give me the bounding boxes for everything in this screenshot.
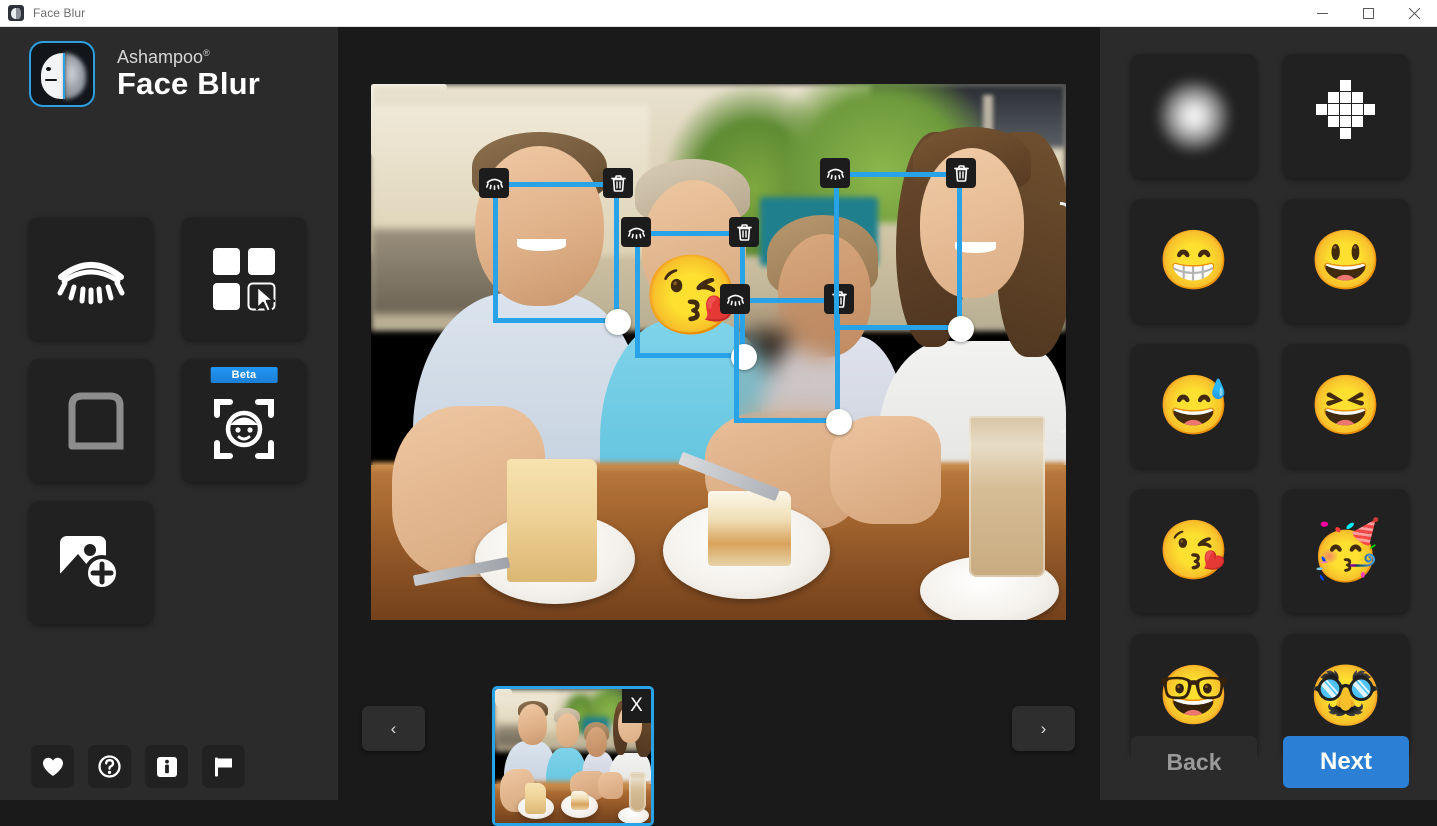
ashampoo-face-blur-logo-icon bbox=[29, 41, 95, 107]
effects-grid: 😁 😃 😅 😆 😘 🥳 🤓 🥸 bbox=[1131, 54, 1409, 758]
registered-mark: ® bbox=[203, 47, 210, 58]
info-button[interactable] bbox=[145, 745, 188, 788]
closed-eye-icon bbox=[627, 227, 645, 239]
face-delete-button[interactable] bbox=[729, 217, 759, 247]
window-titlebar: Face Blur bbox=[0, 0, 1437, 27]
pixelate-icon bbox=[1310, 80, 1382, 152]
closed-eye-icon bbox=[485, 178, 503, 190]
add-image-icon bbox=[60, 535, 120, 591]
filmstrip-next-button[interactable]: › bbox=[1012, 706, 1075, 751]
effect-blur[interactable] bbox=[1131, 54, 1257, 178]
brand-company: Ashampoo bbox=[117, 46, 204, 67]
face-resize-handle[interactable] bbox=[826, 409, 852, 435]
dashed-rectangle-icon bbox=[68, 392, 124, 449]
effect-squint-laugh[interactable]: 😆 bbox=[1283, 344, 1409, 468]
closed-eye-icon bbox=[826, 168, 844, 180]
emoji-glyph: 😘 bbox=[1157, 518, 1231, 583]
face-delete-button[interactable] bbox=[946, 158, 976, 188]
trash-icon bbox=[610, 174, 626, 192]
emoji-glyph: 😁 bbox=[1157, 228, 1231, 293]
thumbnail-remove-button[interactable]: X bbox=[622, 689, 651, 723]
brand-header: Ashampoo® Face Blur bbox=[29, 41, 260, 107]
bottom-icon-row bbox=[31, 745, 245, 788]
next-button[interactable]: Next bbox=[1283, 736, 1409, 788]
chevron-left-icon: ‹ bbox=[390, 718, 397, 738]
filmstrip-thumbnail[interactable]: X bbox=[492, 686, 654, 826]
main-image-canvas[interactable]: 😘 bbox=[371, 84, 1066, 620]
flag-icon bbox=[214, 757, 232, 776]
beta-badge: Beta bbox=[210, 367, 278, 383]
tool-grid: Beta bbox=[29, 217, 309, 643]
emoji-glyph: 😃 bbox=[1309, 228, 1383, 293]
wizard-footer: Back Next bbox=[1131, 736, 1409, 788]
report-button[interactable] bbox=[202, 745, 245, 788]
brand-product: Face Blur bbox=[117, 65, 261, 101]
emoji-glyph: 🤓 bbox=[1157, 663, 1231, 728]
right-sidebar: 😁 😃 😅 😆 😘 🥳 🤓 🥸 Back Next bbox=[1100, 27, 1437, 800]
grid-select-cursor-icon bbox=[213, 247, 276, 312]
filmstrip-prev-button[interactable]: ‹ bbox=[362, 706, 425, 751]
face-delete-button[interactable] bbox=[603, 168, 633, 198]
app-icon bbox=[8, 5, 24, 21]
effect-sweat-smile[interactable]: 😅 bbox=[1131, 344, 1257, 468]
left-sidebar: Ashampoo® Face Blur Beta bbox=[0, 27, 338, 800]
emoji-glyph: 🥳 bbox=[1309, 518, 1383, 583]
back-button[interactable]: Back bbox=[1131, 736, 1257, 788]
heart-icon bbox=[42, 757, 63, 776]
question-mark-icon bbox=[98, 755, 121, 778]
face-toggle-effect-button[interactable] bbox=[720, 284, 750, 314]
closed-eye-icon bbox=[57, 261, 125, 304]
face-toggle-effect-button[interactable] bbox=[479, 168, 509, 198]
tool-auto-detect-face[interactable]: Beta bbox=[182, 359, 306, 482]
blur-dot-icon bbox=[1156, 78, 1232, 154]
effect-kiss-heart[interactable]: 😘 bbox=[1131, 489, 1257, 613]
trash-icon bbox=[953, 164, 969, 182]
close-button[interactable] bbox=[1391, 0, 1437, 27]
face-detect-frame-icon bbox=[214, 398, 274, 459]
effect-open-mouth[interactable]: 😃 bbox=[1283, 199, 1409, 323]
tool-blur-eyes[interactable] bbox=[29, 217, 153, 340]
effect-partying-face[interactable]: 🥳 bbox=[1283, 489, 1409, 613]
tool-select-areas[interactable] bbox=[182, 217, 306, 340]
effect-grinning[interactable]: 😁 bbox=[1131, 199, 1257, 323]
trash-icon bbox=[736, 223, 752, 241]
canvas-area: 😘 ‹ › X bbox=[338, 27, 1100, 826]
emoji-glyph: 🥸 bbox=[1309, 663, 1383, 728]
help-button[interactable] bbox=[88, 745, 131, 788]
face-toggle-effect-button[interactable] bbox=[621, 217, 651, 247]
face-box[interactable] bbox=[820, 158, 976, 342]
closed-eye-icon bbox=[726, 294, 744, 306]
favorite-button[interactable] bbox=[31, 745, 74, 788]
tool-manual-selection[interactable] bbox=[29, 359, 153, 482]
face-resize-handle[interactable] bbox=[605, 309, 631, 335]
emoji-glyph: 😅 bbox=[1157, 373, 1231, 438]
face-box[interactable] bbox=[720, 284, 854, 435]
maximize-button[interactable] bbox=[1345, 0, 1391, 27]
window-title: Face Blur bbox=[33, 6, 86, 20]
emoji-glyph: 😆 bbox=[1309, 373, 1383, 438]
face-toggle-effect-button[interactable] bbox=[820, 158, 850, 188]
chevron-right-icon: › bbox=[1040, 718, 1047, 738]
effect-pixelate[interactable] bbox=[1283, 54, 1409, 178]
tool-add-image[interactable] bbox=[29, 501, 153, 624]
face-resize-handle[interactable] bbox=[948, 316, 974, 342]
window-controls bbox=[1299, 0, 1437, 27]
face-box[interactable] bbox=[479, 168, 633, 335]
minimize-button[interactable] bbox=[1299, 0, 1345, 27]
info-icon bbox=[156, 756, 177, 777]
